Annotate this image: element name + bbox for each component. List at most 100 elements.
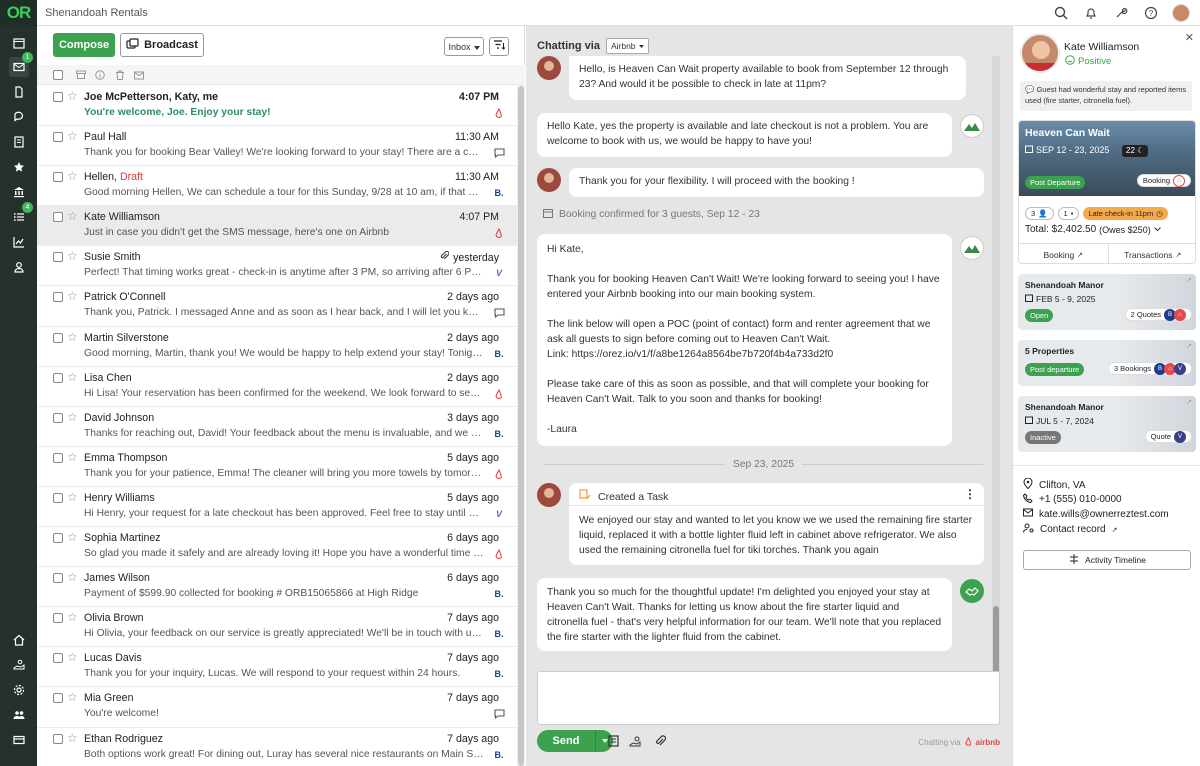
- conversation-row[interactable]: ☆ Lisa Chen 2 days ago Hi Lisa! Your res…: [37, 366, 517, 407]
- help-icon[interactable]: ?: [1142, 4, 1160, 22]
- conversation-row[interactable]: ☆ Hellen, Draft 11:30 AM Good morning He…: [37, 166, 517, 207]
- star-icon[interactable]: ☆: [67, 169, 78, 183]
- send-button[interactable]: Send: [537, 730, 595, 752]
- conversation-row[interactable]: ☆ Paul Hall 11:30 AM Thank you for booki…: [37, 126, 517, 167]
- expand-icon[interactable]: ↗: [1186, 342, 1192, 350]
- tab-booking[interactable]: Booking ↗: [1019, 244, 1108, 263]
- star-icon[interactable]: ☆: [67, 731, 78, 745]
- info-icon[interactable]: [94, 69, 106, 81]
- bank-icon[interactable]: [9, 182, 29, 202]
- select-all-checkbox[interactable]: [53, 70, 63, 80]
- user-avatar[interactable]: [1172, 4, 1190, 22]
- conversation-checkbox[interactable]: [53, 573, 63, 584]
- document-icon[interactable]: [9, 82, 29, 102]
- template-icon[interactable]: [606, 734, 620, 748]
- star-icon[interactable]: ☆: [67, 690, 78, 704]
- conversation-checkbox[interactable]: [53, 332, 63, 343]
- booking-card[interactable]: Heaven Can Wait SEP 12 - 23, 2025 22 ☾ P…: [1018, 120, 1196, 264]
- chat-scrollbar[interactable]: [992, 56, 1000, 686]
- msg-link[interactable]: Link: https://orez.io/v1/f/a8be1264a8564…: [547, 347, 942, 362]
- hands-icon[interactable]: [9, 655, 29, 675]
- star-icon[interactable]: ☆: [67, 289, 78, 303]
- conversation-row[interactable]: ☆ Lucas Davis 7 days ago Thank you for y…: [37, 647, 517, 688]
- chat-bubble-icon[interactable]: [9, 107, 29, 127]
- chart-icon[interactable]: [9, 232, 29, 252]
- tab-transactions[interactable]: Transactions ↗: [1107, 244, 1196, 263]
- booking-total[interactable]: Total: $2,402.50 (Owes $250): [1025, 224, 1161, 235]
- home-icon[interactable]: [9, 630, 29, 650]
- app-logo[interactable]: OR: [0, 0, 37, 26]
- filter-button[interactable]: [489, 37, 509, 56]
- conversation-checkbox[interactable]: [53, 172, 63, 183]
- team-icon[interactable]: [9, 705, 29, 725]
- conversation-checkbox[interactable]: [53, 292, 63, 303]
- conversation-row[interactable]: ☆ Emma Thompson 5 days ago Thank you for…: [37, 446, 517, 487]
- conversation-row[interactable]: ☆ Kate Williamson 4:07 PM Just in case y…: [37, 206, 517, 247]
- inbox-icon[interactable]: 1: [9, 52, 33, 77]
- conversation-checkbox[interactable]: [53, 412, 63, 423]
- conversation-row[interactable]: ☆ Henry Williams 5 days ago Hi Henry, yo…: [37, 486, 517, 528]
- conversation-row[interactable]: ☆ Patrick O'Connell 2 days ago Thank you…: [37, 286, 517, 327]
- mark-read-icon[interactable]: [133, 69, 145, 81]
- conversation-checkbox[interactable]: [53, 492, 63, 503]
- conversation-row[interactable]: ☆ Sophia Martinez 6 days ago So glad you…: [37, 527, 517, 568]
- conversation-checkbox[interactable]: [53, 132, 63, 143]
- conversation-row[interactable]: ☆ David Johnson 3 days ago Thanks for re…: [37, 406, 517, 447]
- conversation-checkbox[interactable]: [53, 733, 63, 744]
- card-icon[interactable]: [9, 730, 29, 750]
- conversation-row[interactable]: ☆ Martin Silverstone 2 days ago Good mor…: [37, 326, 517, 367]
- inbox-filter-dropdown[interactable]: Inbox: [444, 37, 484, 56]
- conversation-checkbox[interactable]: [53, 613, 63, 624]
- conversation-row[interactable]: ☆ Ethan Rodriguez 7 days ago Both option…: [37, 727, 517, 766]
- conversation-row[interactable]: ☆ Mia Green 7 days ago You're welcome!: [37, 687, 517, 728]
- star-icon[interactable]: ☆: [67, 650, 78, 664]
- property-card[interactable]: ↗ Shenandoah Manor FEB 5 - 9, 2025 Open …: [1018, 274, 1196, 330]
- handshake-icon[interactable]: [629, 734, 643, 748]
- conversation-checkbox[interactable]: [53, 252, 63, 263]
- tasks-icon[interactable]: 4: [9, 202, 33, 227]
- conversation-checkbox[interactable]: [53, 693, 63, 704]
- paperclip-icon[interactable]: [653, 734, 667, 748]
- conversation-row[interactable]: ☆ James Wilson 6 days ago Payment of $59…: [37, 567, 517, 608]
- archive-icon[interactable]: [75, 69, 87, 81]
- contact-record-link[interactable]: Contact record ↗: [1023, 523, 1193, 536]
- conversation-checkbox[interactable]: [53, 533, 63, 544]
- expand-icon[interactable]: ↗: [1186, 276, 1192, 284]
- star-icon[interactable]: ☆: [67, 249, 78, 263]
- star-icon[interactable]: ☆: [67, 129, 78, 143]
- star-icon[interactable]: ☆: [67, 89, 78, 103]
- conversation-row[interactable]: ☆ Olivia Brown 7 days ago Hi Olivia, you…: [37, 607, 517, 648]
- star-icon[interactable]: ☆: [67, 490, 78, 504]
- close-icon[interactable]: ✕: [1185, 31, 1194, 44]
- wrench-icon[interactable]: [1112, 4, 1130, 22]
- star-icon[interactable]: ☆: [67, 610, 78, 624]
- notes-icon[interactable]: [9, 132, 29, 152]
- conversation-checkbox[interactable]: [53, 372, 63, 383]
- property-card[interactable]: ↗ 5 Properties Post departure 3 Bookings…: [1018, 340, 1196, 386]
- contact-email[interactable]: kate.wills@ownerreztest.com: [1023, 508, 1193, 520]
- conversation-row[interactable]: ☆ Joe McPetterson, Katy, me 4:07 PM You'…: [37, 86, 517, 127]
- property-card[interactable]: ↗ Shenandoah Manor JUL 5 - 7, 2024 Inact…: [1018, 396, 1196, 452]
- contact-phone[interactable]: +1 (555) 010-0000: [1022, 493, 1193, 506]
- star-icon[interactable]: ☆: [67, 370, 78, 384]
- broadcast-button[interactable]: Broadcast: [120, 33, 204, 57]
- calendar-icon[interactable]: [9, 33, 29, 53]
- star-icon[interactable]: ☆: [67, 530, 78, 544]
- person-icon[interactable]: [9, 257, 29, 277]
- activity-timeline-button[interactable]: Activity Timeline: [1023, 550, 1191, 570]
- trash-icon[interactable]: [114, 69, 126, 81]
- compose-button[interactable]: Compose: [53, 33, 115, 57]
- message-input[interactable]: [537, 671, 1000, 725]
- conversation-checkbox[interactable]: [53, 653, 63, 664]
- bell-icon[interactable]: [1082, 4, 1100, 22]
- conversation-row[interactable]: ☆ Susie Smith yesterday Perfect! That ti…: [37, 246, 517, 287]
- star-icon[interactable]: ☆: [67, 209, 78, 223]
- conversation-checkbox[interactable]: [53, 92, 63, 102]
- channel-dropdown[interactable]: Airbnb: [605, 38, 649, 54]
- conversation-checkbox[interactable]: [53, 212, 63, 223]
- kebab-menu-icon[interactable]: ⋮: [964, 487, 976, 502]
- gear-icon[interactable]: [9, 680, 29, 700]
- star-icon[interactable]: ☆: [67, 570, 78, 584]
- inbox-scrollbar[interactable]: [517, 84, 525, 766]
- star-icon[interactable]: ☆: [67, 330, 78, 344]
